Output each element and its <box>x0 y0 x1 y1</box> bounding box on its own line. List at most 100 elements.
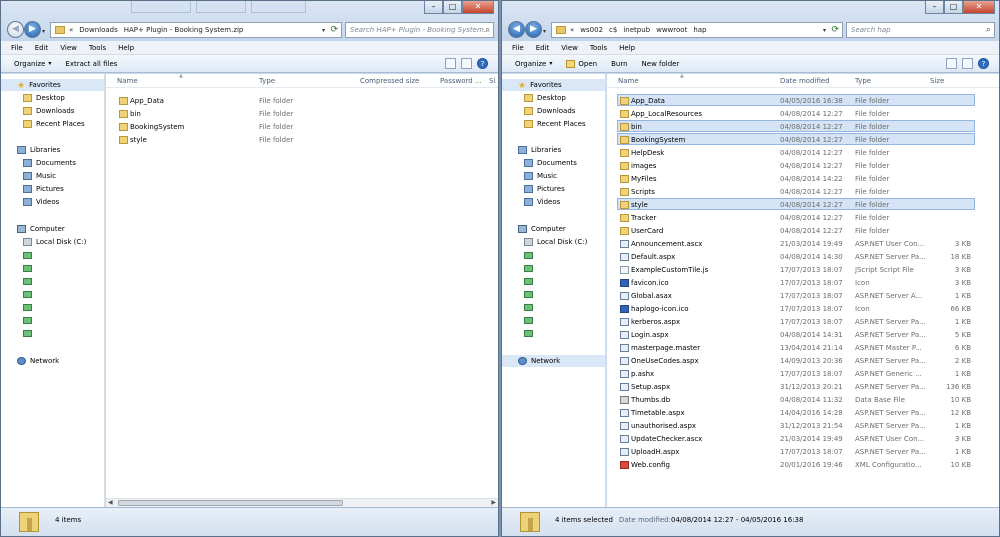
nav-item-music[interactable]: Music <box>502 170 605 182</box>
column-type[interactable]: Type <box>259 77 275 85</box>
extract-all-files-button[interactable]: Extract all files <box>65 60 117 68</box>
file-row[interactable]: images 04/08/2014 12:27 File folder <box>617 159 975 171</box>
file-row[interactable]: style 04/08/2014 12:27 File folder <box>617 198 975 210</box>
nav-item-network[interactable]: Network <box>502 355 605 367</box>
nav-item-documents[interactable]: Documents <box>502 157 605 169</box>
recent-pages-dropdown[interactable]: ▾ <box>543 28 546 35</box>
column-compressed-size[interactable]: Compressed size <box>360 77 419 85</box>
file-row[interactable]: MyFiles 04/08/2014 14:22 File folder <box>617 172 975 184</box>
file-row[interactable]: Web.config 20/01/2016 19:46 XML Configurat… <box>617 458 975 470</box>
nav-item-desktop[interactable]: Desktop <box>502 92 605 104</box>
column-type[interactable]: Type <box>855 77 871 85</box>
file-row[interactable]: Tracker 04/08/2014 12:27 File folder <box>617 211 975 223</box>
scroll-right-icon[interactable]: ▶ <box>491 499 496 506</box>
back-button[interactable]: ◀ <box>7 21 24 38</box>
breadcrumb-item[interactable]: « <box>69 26 73 34</box>
search-icon[interactable]: ⌕ <box>986 25 991 35</box>
file-row[interactable]: Global.asax 17/07/2013 18:07 ASP.NET Serve… <box>617 289 975 301</box>
refresh-icon[interactable]: ⟳ <box>330 25 338 35</box>
file-row[interactable]: Thumbs.db 04/08/2014 11:32 Data Base File 1… <box>617 393 975 405</box>
horizontal-scrollbar[interactable]: ◀ ▶ <box>106 498 498 507</box>
nav-item-local-disk[interactable]: Local Disk (C:) <box>502 236 605 248</box>
network-drive[interactable] <box>502 327 605 339</box>
menu-file[interactable]: File <box>11 44 23 52</box>
column-name[interactable]: Name <box>117 77 138 85</box>
menu-tools[interactable]: Tools <box>89 44 106 52</box>
breadcrumb-item[interactable]: wwwroot <box>656 26 687 34</box>
nav-item-local-disk[interactable]: Local Disk (C:) <box>1 236 104 248</box>
title-bar[interactable]: – □ ✕ ◀ ▶ ▾ « ws002 c$ inetpub wwwroot hap ▾ … <box>502 1 999 41</box>
network-drive[interactable] <box>502 249 605 261</box>
menu-tools[interactable]: Tools <box>590 44 607 52</box>
menu-edit[interactable]: Edit <box>35 44 49 52</box>
chevron-down-icon[interactable]: ▾ <box>823 27 826 34</box>
breadcrumb-item[interactable]: Downloads <box>79 26 117 34</box>
minimize-button[interactable]: – <box>424 1 443 14</box>
file-row[interactable]: kerberos.aspx 17/07/2013 18:07 ASP.NET Ser… <box>617 315 975 327</box>
breadcrumb[interactable]: « Downloads HAP+ Plugin - Booking System.z… <box>69 26 249 34</box>
nav-item-libraries[interactable]: Libraries <box>1 144 104 156</box>
network-drive[interactable] <box>1 275 104 287</box>
new-folder-button[interactable]: New folder <box>642 60 680 68</box>
network-drive[interactable] <box>1 314 104 326</box>
close-button[interactable]: ✕ <box>462 1 494 14</box>
network-drive[interactable] <box>1 301 104 313</box>
column-name[interactable]: Name <box>618 77 639 85</box>
network-drive[interactable] <box>1 327 104 339</box>
search-input[interactable]: Search hap ⌕ <box>846 22 995 38</box>
network-drive[interactable] <box>1 262 104 274</box>
burn-button[interactable]: Burn <box>611 60 627 68</box>
forward-button[interactable]: ▶ <box>24 21 41 38</box>
open-button[interactable]: Open <box>566 59 597 68</box>
menu-help[interactable]: Help <box>619 44 635 52</box>
column-size[interactable]: Si <box>489 77 495 85</box>
file-row[interactable]: HelpDesk 04/08/2014 12:27 File folder <box>617 146 975 158</box>
organize-button[interactable]: Organize ▾ <box>515 60 552 68</box>
menu-edit[interactable]: Edit <box>536 44 550 52</box>
file-row[interactable]: unauthorised.aspx 31/12/2013 21:54 ASP.NET… <box>617 419 975 431</box>
network-drive[interactable] <box>502 288 605 300</box>
file-row[interactable]: App_LocalResources 04/08/2014 12:27 File f… <box>617 107 975 119</box>
column-size[interactable]: Size <box>930 77 944 85</box>
preview-pane-icon[interactable] <box>461 58 472 69</box>
file-row[interactable]: UpdateChecker.ascx 21/03/2014 19:49 ASP.NE… <box>617 432 975 444</box>
file-row[interactable]: masterpage.master 13/04/2014 21:14 ASP.NET… <box>617 341 975 353</box>
network-drive[interactable] <box>1 249 104 261</box>
file-row[interactable]: Announcement.ascx 21/03/2014 19:49 ASP.NET… <box>617 237 975 249</box>
file-row[interactable]: BookingSystem File folder <box>116 120 366 132</box>
change-view-icon[interactable] <box>946 58 957 69</box>
organize-button[interactable]: Organize ▾ <box>14 60 51 68</box>
forward-button[interactable]: ▶ <box>525 21 542 38</box>
file-row[interactable]: favicon.ico 17/07/2013 18:07 Icon 3 KB <box>617 276 975 288</box>
nav-item-pictures[interactable]: Pictures <box>502 183 605 195</box>
change-view-icon[interactable] <box>445 58 456 69</box>
maximize-button[interactable]: □ <box>944 1 963 14</box>
nav-item-videos[interactable]: Videos <box>502 196 605 208</box>
maximize-button[interactable]: □ <box>443 1 462 14</box>
breadcrumb-item[interactable]: ws002 <box>580 26 603 34</box>
nav-item-computer[interactable]: Computer <box>1 223 104 235</box>
breadcrumb-item[interactable]: hap <box>693 26 706 34</box>
refresh-icon[interactable]: ⟳ <box>831 25 839 35</box>
file-row[interactable]: Default.aspx 04/08/2014 14:30 ASP.NET Serv… <box>617 250 975 262</box>
menu-help[interactable]: Help <box>118 44 134 52</box>
scrollbar-thumb[interactable] <box>118 500 343 506</box>
nav-item-pictures[interactable]: Pictures <box>1 183 104 195</box>
preview-pane-icon[interactable] <box>962 58 973 69</box>
nav-item-documents[interactable]: Documents <box>1 157 104 169</box>
nav-item-recent[interactable]: Recent Places <box>502 118 605 130</box>
network-drive[interactable] <box>502 275 605 287</box>
file-row[interactable]: Setup.aspx 31/12/2013 20:21 ASP.NET Server… <box>617 380 975 392</box>
file-row[interactable]: OneUseCodes.aspx 14/09/2013 20:36 ASP.NET … <box>617 354 975 366</box>
nav-item-recent[interactable]: Recent Places <box>1 118 104 130</box>
nav-item-libraries[interactable]: Libraries <box>502 144 605 156</box>
chevron-down-icon[interactable]: ▾ <box>322 27 325 34</box>
nav-item-downloads[interactable]: Downloads <box>502 105 605 117</box>
file-row[interactable]: BookingSystem 04/08/2014 12:27 File folder <box>617 133 975 145</box>
help-icon[interactable]: ? <box>978 58 989 69</box>
recent-pages-dropdown[interactable]: ▾ <box>42 28 45 35</box>
file-row[interactable]: Timetable.aspx 14/04/2016 14:28 ASP.NET Se… <box>617 406 975 418</box>
address-bar[interactable]: « Downloads HAP+ Plugin - Booking System.z… <box>50 22 342 38</box>
file-row[interactable]: ExampleCustomTile.js 17/07/2013 18:07 JScr… <box>617 263 975 275</box>
column-date-modified[interactable]: Date modified <box>780 77 830 85</box>
